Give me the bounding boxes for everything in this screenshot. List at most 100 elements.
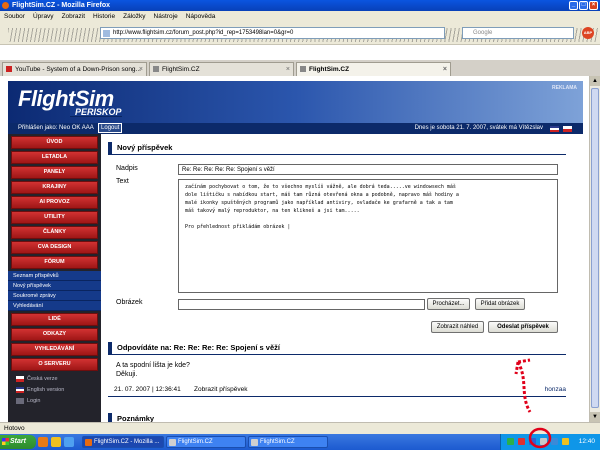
login-info: Přihlášen jako: Neo OK AAA Logout xyxy=(18,123,123,134)
menu-view[interactable]: Zobrazit xyxy=(62,11,85,23)
window-title: FlightSim.CZ - Mozilla Firefox xyxy=(12,2,110,9)
flag-en-icon[interactable] xyxy=(550,126,559,132)
lang-login[interactable]: Login xyxy=(8,395,101,406)
clock: 12:40 xyxy=(578,438,595,445)
system-tray: 12:40 xyxy=(500,434,600,450)
nav-uvod[interactable]: ÚVOD xyxy=(11,136,98,149)
taskbar-item-2[interactable]: FlightSim.CZ xyxy=(166,436,246,448)
quicklaunch-ie-icon[interactable] xyxy=(64,437,74,447)
adblock-icon[interactable]: ABP xyxy=(582,27,594,39)
taskbar-item-3[interactable]: FlightSim.CZ xyxy=(248,436,328,448)
tab-close-icon[interactable]: × xyxy=(286,63,290,76)
reply-datetime: 21. 07. 2007 | 12:36:41 xyxy=(114,386,181,393)
site-banner: FlightSim PERISKOP REKLAMA xyxy=(8,81,583,123)
flag-cz-icon[interactable] xyxy=(563,126,572,132)
subject-label: Nadpis xyxy=(116,165,138,172)
scroll-up-icon[interactable]: ▲ xyxy=(590,76,600,86)
reply-author[interactable]: honzaa xyxy=(545,386,566,393)
ad-label: REKLAMA xyxy=(552,85,577,91)
reply-title: Odpovídáte na: Re: Re: Re: Re: Spojení s… xyxy=(108,342,566,355)
close-button[interactable]: × xyxy=(589,1,598,10)
window-titlebar: FlightSim.CZ - Mozilla Firefox _ □ × xyxy=(0,0,600,11)
subject-input[interactable]: Re: Re: Re: Re: Re: Spojení s věží xyxy=(178,164,558,175)
maximize-button[interactable]: □ xyxy=(579,1,588,10)
tab-close-icon[interactable]: × xyxy=(139,63,143,76)
date-text: Dnes je sobota 21. 7. 2007, svátek má Ví… xyxy=(414,125,543,131)
menu-edit[interactable]: Úpravy xyxy=(33,11,54,23)
search-input[interactable]: Google xyxy=(462,27,574,39)
nav-forum[interactable]: FÓRUM xyxy=(11,256,98,269)
scroll-down-icon[interactable]: ▼ xyxy=(590,412,600,422)
nav-krajiny[interactable]: KRAJINY xyxy=(11,181,98,194)
forum-sub-messages[interactable]: Soukromé zprávy xyxy=(8,291,101,301)
nav-cva-design[interactable]: CVA DESIGN xyxy=(11,241,98,254)
tray-app-icon[interactable] xyxy=(551,438,558,445)
menu-help[interactable]: Nápověda xyxy=(186,11,216,23)
firefox-icon xyxy=(85,439,92,446)
login-icon xyxy=(16,397,24,404)
quicklaunch-firefox-icon[interactable] xyxy=(38,437,48,447)
text-label: Text xyxy=(116,178,129,185)
forum-sub-new[interactable]: Nový příspěvek xyxy=(8,281,101,291)
page-scrollbar[interactable]: ▲ ▼ xyxy=(589,76,600,422)
flag-en-icon xyxy=(16,386,24,393)
tray-display-icon[interactable] xyxy=(529,438,536,445)
show-post-link[interactable]: Zobrazit příspěvek xyxy=(194,386,247,393)
nav-panely[interactable]: PANELY xyxy=(11,166,98,179)
nav-o-serveru[interactable]: O SERVERU xyxy=(11,358,98,371)
minimize-button[interactable]: _ xyxy=(569,1,578,10)
main-content: Nový příspěvek xyxy=(108,142,566,155)
lang-en[interactable]: English version xyxy=(8,384,101,395)
tab-flightsim-active[interactable]: FlightSim.CZ × xyxy=(296,62,451,76)
tray-warning-icon[interactable] xyxy=(562,438,569,445)
browse-button[interactable]: Procházet... xyxy=(427,298,470,310)
sidebar: ÚVOD LETADLA PANELY KRAJINY AI PROVOZ UT… xyxy=(8,134,101,422)
menu-history[interactable]: Historie xyxy=(93,11,115,23)
nav-ai-provoz[interactable]: AI PROVOZ xyxy=(11,196,98,209)
scroll-thumb[interactable] xyxy=(591,88,599,408)
navigation-toolbar: http://www.flightsim.cz/forum_post.php?i… xyxy=(0,23,600,45)
image-label: Obrázek xyxy=(116,299,143,306)
lang-cz[interactable]: Česká verze xyxy=(8,373,101,384)
menu-file[interactable]: Soubor xyxy=(4,11,25,23)
reply-line-1: A ta spodní lišta je kde? xyxy=(116,362,190,369)
page-content: FlightSim PERISKOP REKLAMA Přihlášen jak… xyxy=(0,76,600,422)
form-title: Nový příspěvek xyxy=(108,142,566,155)
menu-bookmarks[interactable]: Záložky xyxy=(123,11,145,23)
nav-letadla[interactable]: LETADLA xyxy=(11,151,98,164)
window-icon xyxy=(169,439,176,446)
url-bar[interactable]: http://www.flightsim.cz/forum_post.php?i… xyxy=(100,27,445,39)
forum-sub-list[interactable]: Seznam příspěvků xyxy=(8,271,101,281)
nav-clanky[interactable]: ČLÁNKY xyxy=(11,226,98,239)
tab-flightsim-1[interactable]: FlightSim.CZ × xyxy=(149,62,294,76)
nav-odkazy[interactable]: ODKAZY xyxy=(11,328,98,341)
nav-vyhledavani[interactable]: VYHLEDÁVÁNÍ xyxy=(11,343,98,356)
forum-sub-search[interactable]: Vyhledávání xyxy=(8,301,101,311)
tab-favicon xyxy=(153,66,159,72)
user-bar: Přihlášen jako: Neo OK AAA Logout Dnes j… xyxy=(8,123,583,134)
status-text: Hotovo xyxy=(4,425,25,432)
logout-button[interactable]: Logout xyxy=(98,123,123,133)
tray-antivirus-icon[interactable] xyxy=(518,438,525,445)
start-button[interactable]: Start xyxy=(0,435,36,449)
message-textarea[interactable]: začínám pochybovat o tom, že to všechno … xyxy=(178,179,558,293)
reply-line-2: Děkuji. xyxy=(116,371,138,378)
nav-utility[interactable]: UTILITY xyxy=(11,211,98,224)
taskbar-item-firefox[interactable]: FlightSim.CZ - Mozilla ... xyxy=(82,436,164,448)
taskbar: Start FlightSim.CZ - Mozilla ... FlightS… xyxy=(0,434,600,450)
site-favicon xyxy=(103,30,110,37)
add-image-button[interactable]: Přidat obrázek xyxy=(475,298,525,310)
url-text: http://www.flightsim.cz/forum_post.php?i… xyxy=(113,30,294,36)
preview-button[interactable]: Zobrazit náhled xyxy=(431,321,484,333)
tab-close-icon[interactable]: × xyxy=(443,63,447,76)
next-section-title: Poznámky xyxy=(108,413,566,422)
send-button[interactable]: Odeslat příspěvek xyxy=(488,321,558,333)
image-file-input[interactable] xyxy=(178,299,425,310)
tray-network-icon[interactable] xyxy=(507,438,514,445)
nav-lide[interactable]: LIDÉ xyxy=(11,313,98,326)
status-bar: Hotovo xyxy=(0,422,600,434)
tab-youtube[interactable]: YouTube - System of a Down-Prison song..… xyxy=(2,62,147,76)
menu-tools[interactable]: Nástroje xyxy=(154,11,178,23)
quicklaunch-folder-icon[interactable] xyxy=(51,437,61,447)
tray-speaker-icon[interactable] xyxy=(540,438,547,445)
